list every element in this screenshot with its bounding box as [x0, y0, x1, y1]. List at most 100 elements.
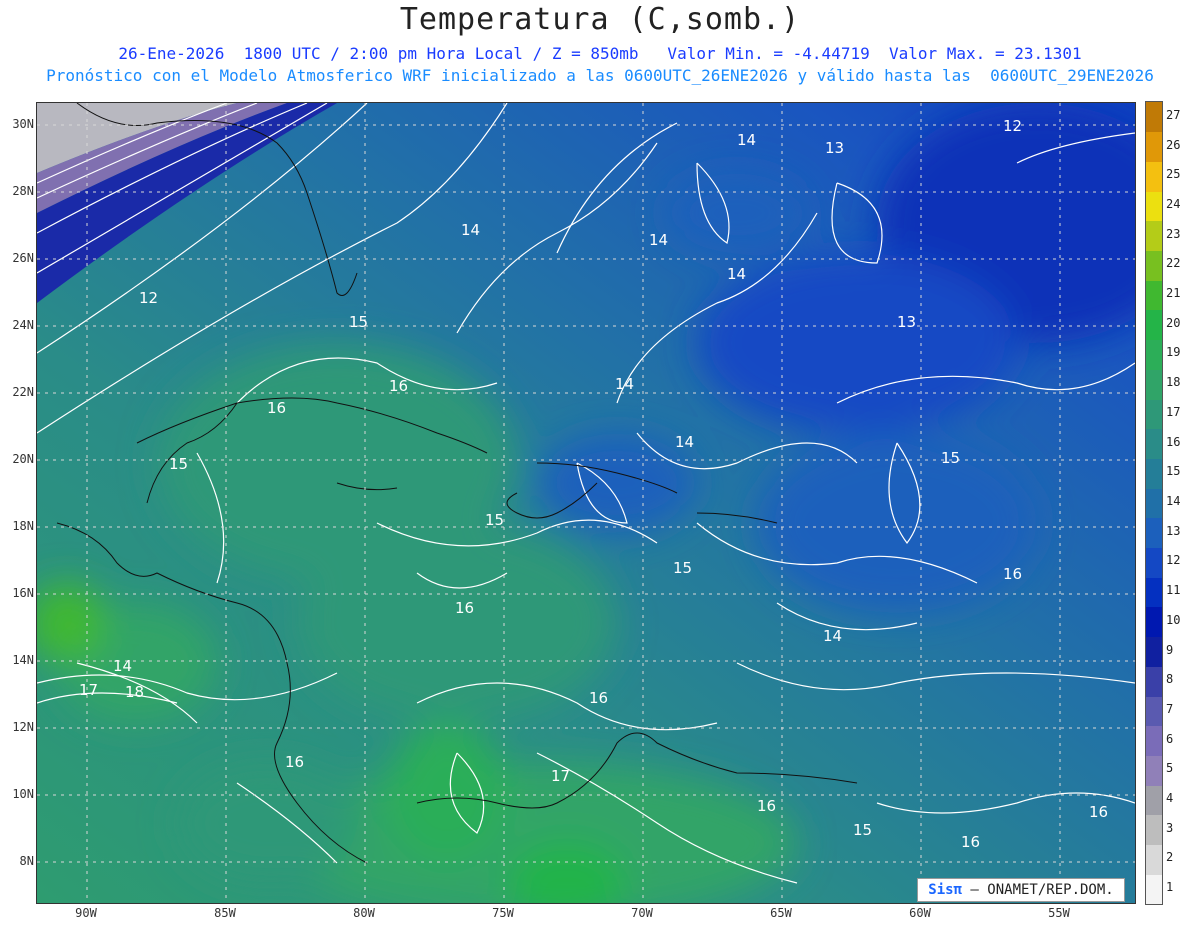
contour-label: 13: [825, 139, 845, 157]
colorbar-cell-6: [1146, 725, 1162, 756]
colorbar-label-1: 1: [1166, 880, 1174, 895]
colorbar-label-15: 15: [1166, 464, 1181, 479]
contour-label: 16: [1089, 803, 1109, 821]
contour-label: 17: [551, 767, 571, 785]
colorbar-label-8: 8: [1166, 672, 1174, 687]
lon-label-60w: 60W: [909, 906, 931, 920]
colorbar-cell-15: [1146, 458, 1162, 489]
colorbar-cell-10: [1146, 606, 1162, 638]
colorbar-label-6: 6: [1166, 731, 1174, 746]
lat-label-28n: 28N: [12, 184, 34, 198]
lon-label-55w: 55W: [1048, 906, 1070, 920]
lat-label-24n: 24N: [12, 318, 34, 332]
contour-label: 14: [737, 131, 757, 149]
lat-label-18n: 18N: [12, 519, 34, 533]
contour-label: 14: [461, 221, 481, 239]
contour-label: 18: [125, 683, 145, 701]
colorbar-label-21: 21: [1166, 286, 1181, 301]
colorbar-cell-19: [1146, 339, 1162, 370]
contour-label: 15: [485, 511, 505, 529]
lat-label-20n: 20N: [12, 452, 34, 466]
map-title: Temperatura (C,somb.): [399, 2, 801, 37]
colorbar-cell-24: [1146, 191, 1162, 222]
colorbar-label-25: 25: [1166, 167, 1181, 182]
contour-label: 15: [941, 449, 961, 467]
colorbar-cell-27: [1146, 102, 1162, 133]
colorbar-cell-2: [1146, 844, 1162, 875]
lat-label-16n: 16N: [12, 586, 34, 600]
contour-label: 15: [853, 821, 873, 839]
colorbar-cell-16: [1146, 428, 1162, 459]
colorbar-label-10: 10: [1166, 612, 1181, 627]
contour-label: 16: [589, 689, 609, 707]
lon-label-80w: 80W: [353, 906, 375, 920]
contour-label: 16: [961, 833, 981, 851]
contour-label: 16: [455, 599, 475, 617]
contour-label: 14: [113, 657, 133, 675]
colorbar-cell-5: [1146, 755, 1162, 786]
colorbar-label-2: 2: [1166, 850, 1174, 865]
colorbar-label-18: 18: [1166, 375, 1181, 390]
contour-label: 15: [673, 559, 693, 577]
lon-label-75w: 75W: [492, 906, 514, 920]
colorbar-label-27: 27: [1166, 107, 1181, 122]
colorbar-label-23: 23: [1166, 226, 1181, 241]
colorbar-cell-13: [1146, 517, 1162, 549]
lon-label-85w: 85W: [214, 906, 236, 920]
contour-label: 14: [675, 433, 695, 451]
contour-label: 15: [169, 455, 189, 473]
contour-label: 14: [615, 375, 635, 393]
contour-label: 16: [389, 377, 409, 395]
colorbar-label-3: 3: [1166, 820, 1174, 835]
colorbar-cell-4: [1146, 785, 1162, 816]
colorbar-cell-1: [1146, 874, 1162, 905]
lat-label-8n: 8N: [19, 854, 34, 868]
sisp-logo: Sisπ: [928, 882, 962, 898]
colorbar-label-12: 12: [1166, 553, 1181, 568]
contour-label: 13: [897, 313, 917, 331]
colorbar-cell-11: [1146, 577, 1162, 608]
contour-label: 16: [267, 399, 287, 417]
colorbar-label-7: 7: [1166, 701, 1174, 716]
colorbar-label-9: 9: [1166, 642, 1174, 657]
lat-label-22n: 22N: [12, 385, 34, 399]
lon-label-65w: 65W: [770, 906, 792, 920]
colorbar-label-14: 14: [1166, 494, 1181, 508]
lon-label-70w: 70W: [631, 906, 653, 920]
contour-label: 16: [285, 753, 305, 771]
colorbar-cell-9: [1146, 636, 1162, 667]
credit-box: Sisπ – ONAMET/REP.DOM.: [917, 878, 1125, 902]
map-subtitle-model: Pronóstico con el Modelo Atmosferico WRF…: [46, 66, 1154, 85]
map-canvas: [37, 103, 1135, 903]
colorbar-label-5: 5: [1166, 761, 1174, 776]
contour-label: 16: [1003, 565, 1023, 583]
colorbar-cell-22: [1146, 250, 1162, 281]
contour-label: 14: [649, 231, 669, 249]
contour-label: 14: [823, 627, 843, 645]
colorbar-cell-14: [1146, 488, 1162, 519]
lat-label-10n: 10N: [12, 787, 34, 801]
contour-label: 12: [1003, 117, 1023, 135]
lat-label-26n: 26N: [12, 251, 34, 265]
temperature-map: 14 13 12 14 14 14 12 15 13 16 16 14 15 14 15 15 15 16 14 14…: [36, 102, 1136, 904]
colorbar-label-24: 24: [1166, 196, 1181, 211]
contour-label: 15: [349, 313, 369, 331]
lon-label-90w: 90W: [75, 906, 97, 920]
colorbar-cell-26: [1146, 131, 1162, 162]
colorbar-label-26: 26: [1166, 137, 1181, 152]
colorbar-cell-23: [1146, 220, 1162, 252]
colorbar-label-4: 4: [1166, 791, 1174, 806]
credit-text: – ONAMET/REP.DOM.: [970, 882, 1114, 898]
colorbar-cell-8: [1146, 666, 1162, 697]
contour-label: 16: [757, 797, 777, 815]
colorbar-label-11: 11: [1166, 583, 1181, 598]
colorbar-label-17: 17: [1166, 404, 1181, 419]
lat-label-14n: 14N: [12, 653, 34, 667]
map-subtitle-time: 26-Ene-2026 1800 UTC / 2:00 pm Hora Loca…: [118, 44, 1082, 63]
colorbar-label-16: 16: [1166, 434, 1181, 449]
colorbar-cell-7: [1146, 696, 1162, 727]
colorbar-cell-21: [1146, 280, 1162, 311]
colorbar-cell-12: [1146, 547, 1162, 578]
lat-label-30n: 30N: [12, 117, 34, 131]
colorbar-label-19: 19: [1166, 345, 1181, 360]
